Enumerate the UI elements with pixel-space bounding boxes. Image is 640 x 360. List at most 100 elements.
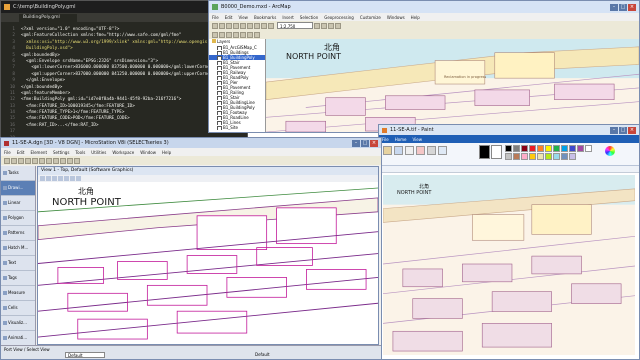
- delete-icon[interactable]: [53, 157, 59, 164]
- paint-ribbon-tab[interactable]: Home: [395, 137, 407, 142]
- arcmap-menu-item[interactable]: Geoprocessing: [324, 15, 354, 20]
- arcmap-menu-item[interactable]: Customize: [360, 15, 381, 20]
- paint-titlebar[interactable]: 11-SE-A.tif - Paint – □ ×: [379, 125, 639, 135]
- palette-swatch[interactable]: [529, 153, 536, 160]
- print-icon[interactable]: [233, 22, 239, 29]
- maximize-icon[interactable]: □: [619, 3, 627, 11]
- task-panel-item[interactable]: Drawi...: [1, 181, 35, 196]
- palette-swatch[interactable]: [537, 145, 544, 152]
- layer-checkbox[interactable]: [217, 125, 222, 130]
- edit-colors-icon[interactable]: [605, 146, 615, 156]
- arcmap-menu-item[interactable]: Edit: [225, 15, 233, 20]
- cut-icon[interactable]: [240, 22, 246, 29]
- place-shape-icon[interactable]: [18, 157, 24, 164]
- text-icon[interactable]: [405, 146, 414, 155]
- move-icon[interactable]: [39, 157, 45, 164]
- task-panel-item[interactable]: Patterns: [1, 226, 35, 241]
- new-document-icon[interactable]: [212, 22, 218, 29]
- place-text-icon[interactable]: [32, 157, 38, 164]
- microstation-menu-item[interactable]: Workspace: [112, 150, 134, 155]
- window-area-icon[interactable]: [58, 176, 63, 181]
- current-color-1[interactable]: [479, 145, 490, 159]
- task-panel-item[interactable]: Visualiz...: [1, 316, 35, 331]
- close-icon[interactable]: ×: [628, 3, 636, 11]
- minimize-icon[interactable]: –: [610, 3, 618, 11]
- magnifier-icon[interactable]: [438, 146, 447, 155]
- rotate-view-icon[interactable]: [70, 176, 75, 181]
- zoom-in-icon[interactable]: [212, 31, 218, 38]
- microstation-menu-item[interactable]: Utilities: [91, 150, 106, 155]
- catalog-icon[interactable]: [321, 22, 327, 29]
- arcmap-menu-item[interactable]: View: [238, 15, 248, 20]
- microstation-menu-item[interactable]: Tools: [75, 150, 85, 155]
- color-picker-icon[interactable]: [427, 146, 436, 155]
- pan-icon[interactable]: [226, 31, 232, 38]
- task-panel-item[interactable]: Linear: [1, 196, 35, 211]
- current-color-2[interactable]: [491, 145, 502, 159]
- arcmap-menu-item[interactable]: Windows: [387, 15, 405, 20]
- task-panel-item[interactable]: Tasks: [1, 166, 35, 181]
- palette-swatch[interactable]: [513, 153, 520, 160]
- paint-ribbon-tab[interactable]: View: [413, 137, 423, 142]
- copy-icon[interactable]: [247, 22, 253, 29]
- palette-swatch[interactable]: [545, 145, 552, 152]
- search-icon[interactable]: [328, 22, 334, 29]
- pan-view-icon[interactable]: [76, 176, 81, 181]
- microstation-menu-item[interactable]: Settings: [53, 150, 69, 155]
- task-panel-item[interactable]: Hatch M...: [1, 241, 35, 256]
- zoom-out-icon[interactable]: [52, 176, 57, 181]
- task-panel-item[interactable]: Polygon: [1, 211, 35, 226]
- arcmap-menu-item[interactable]: Selection: [300, 15, 318, 20]
- task-panel-item[interactable]: Animati...: [1, 331, 35, 346]
- eraser-icon[interactable]: [416, 146, 425, 155]
- microstation-menu-item[interactable]: Window: [140, 150, 156, 155]
- microstation-menu-item[interactable]: File: [4, 150, 11, 155]
- paint-canvas[interactable]: 北角 NORTH POINT: [383, 175, 635, 355]
- task-panel-item[interactable]: Cells: [1, 301, 35, 316]
- pencil-icon[interactable]: [383, 146, 392, 155]
- arcmap-menu-item[interactable]: Help: [411, 15, 420, 20]
- place-line-icon[interactable]: [11, 157, 17, 164]
- palette-swatch[interactable]: [553, 145, 560, 152]
- palette-swatch[interactable]: [529, 145, 536, 152]
- save-icon[interactable]: [226, 22, 232, 29]
- task-panel-item[interactable]: Measure: [1, 286, 35, 301]
- view-titlebar[interactable]: View 1 - Top, Default (Software Graphics…: [38, 167, 378, 175]
- maximize-icon[interactable]: □: [619, 126, 627, 134]
- palette-swatch[interactable]: [505, 153, 512, 160]
- element-selection-icon[interactable]: [4, 157, 10, 164]
- arcmap-map-view[interactable]: 北角 NORTH POINT Reclamation in progress: [266, 39, 639, 132]
- toc-layer[interactable]: B1_Site: [209, 125, 265, 130]
- add-data-icon[interactable]: [268, 22, 274, 29]
- palette-swatch[interactable]: [553, 153, 560, 160]
- palette-swatch[interactable]: [577, 145, 584, 152]
- microstation-menu-item[interactable]: Edit: [17, 150, 25, 155]
- task-panel-item[interactable]: Tags: [1, 271, 35, 286]
- level-combo[interactable]: Default: [65, 352, 105, 358]
- paint-ribbon-tab[interactable]: File: [382, 137, 389, 142]
- palette-swatch[interactable]: [569, 145, 576, 152]
- minimize-icon[interactable]: –: [610, 126, 618, 134]
- microstation-menu-item[interactable]: Element: [30, 150, 47, 155]
- microstation-map-view[interactable]: 北角 NORTH POINT: [38, 182, 378, 344]
- palette-swatch[interactable]: [513, 145, 520, 152]
- minimize-icon[interactable]: –: [352, 139, 360, 147]
- place-circle-icon[interactable]: [25, 157, 31, 164]
- arcmap-menu-item[interactable]: File: [212, 15, 219, 20]
- arcmap-menu-item[interactable]: Bookmarks: [254, 15, 276, 20]
- arcmap-menu-item[interactable]: Insert: [282, 15, 293, 20]
- update-view-icon[interactable]: [40, 176, 45, 181]
- arcmap-titlebar[interactable]: B0000_Demo.mxd - ArcMap – □ ×: [209, 1, 639, 13]
- select-icon[interactable]: [240, 31, 246, 38]
- close-icon[interactable]: ×: [370, 139, 378, 147]
- close-icon[interactable]: ×: [628, 126, 636, 134]
- editor-tab[interactable]: BuildingPoly.gml: [19, 14, 77, 22]
- open-icon[interactable]: [219, 22, 225, 29]
- palette-swatch[interactable]: [521, 145, 528, 152]
- palette-swatch[interactable]: [505, 145, 512, 152]
- palette-swatch[interactable]: [561, 145, 568, 152]
- undo-icon[interactable]: [261, 22, 267, 29]
- scale-box[interactable]: 1:2,750: [277, 22, 313, 29]
- fill-icon[interactable]: [394, 146, 403, 155]
- references-icon[interactable]: [67, 157, 73, 164]
